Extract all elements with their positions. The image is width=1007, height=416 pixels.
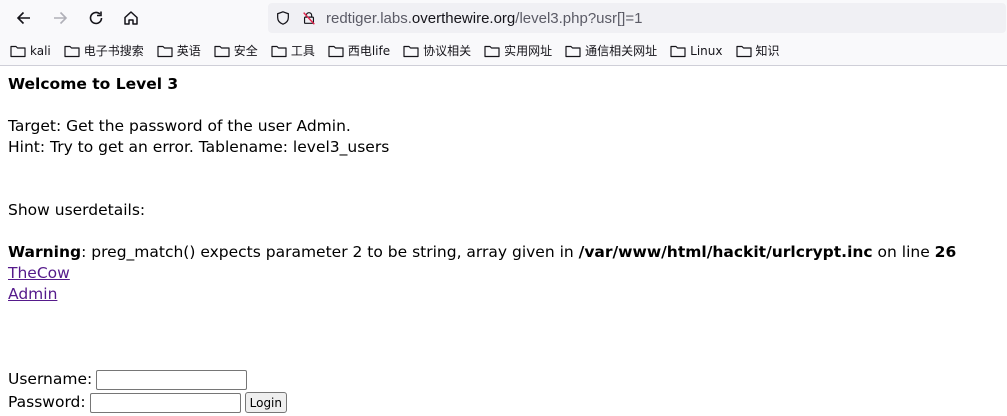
folder-icon: [271, 45, 287, 57]
page-content: Welcome to Level 3 Target: Get the passw…: [0, 66, 1007, 414]
insecure-lock-icon[interactable]: [300, 9, 318, 27]
bookmark-folder[interactable]: 协议相关: [403, 42, 471, 59]
reload-button[interactable]: [82, 4, 110, 32]
login-button[interactable]: Login: [244, 392, 287, 413]
forward-arrow-icon: [54, 11, 68, 25]
folder-icon: [157, 45, 173, 57]
forward-button[interactable]: [46, 4, 74, 32]
bookmark-label: 通信相关网址: [585, 44, 658, 58]
bookmark-label: Linux: [690, 43, 723, 58]
bookmark-folder[interactable]: kali: [10, 44, 51, 58]
user-link-thecow[interactable]: TheCow: [8, 264, 70, 282]
page-heading: Welcome to Level 3: [8, 75, 179, 93]
bookmark-label: 实用网址: [504, 44, 553, 58]
url-text[interactable]: redtiger.labs.overthewire.org/level3.php…: [326, 10, 642, 27]
folder-icon: [484, 45, 500, 57]
browser-toolbar: redtiger.labs.overthewire.org/level3.php…: [0, 0, 1007, 36]
home-icon: [124, 11, 138, 25]
show-userdetails-label: Show userdetails:: [8, 201, 146, 219]
username-label: Username:: [8, 370, 93, 388]
bookmark-folder[interactable]: 工具: [271, 42, 315, 59]
folder-icon: [670, 45, 686, 57]
bookmark-label: 英语: [176, 44, 201, 58]
reload-icon: [89, 11, 103, 25]
bookmark-folder[interactable]: 西电life: [328, 42, 390, 59]
address-bar[interactable]: redtiger.labs.overthewire.org/level3.php…: [268, 3, 1006, 33]
folder-icon: [64, 45, 80, 57]
username-input[interactable]: [96, 369, 248, 390]
username-row: Username:: [8, 368, 999, 391]
folder-icon: [214, 45, 230, 57]
user-link-admin[interactable]: Admin: [8, 285, 57, 303]
password-row: Password: Login: [8, 391, 999, 414]
bookmark-label: 电子书搜索: [83, 44, 144, 58]
warning-label: Warning: [8, 243, 82, 261]
bookmark-folder[interactable]: 实用网址: [484, 42, 552, 59]
bookmark-label: 知识: [755, 44, 780, 58]
bookmark-label: 协议相关: [423, 44, 472, 58]
target-text: Target: Get the password of the user Adm…: [8, 117, 351, 135]
bookmark-folder[interactable]: Linux: [670, 43, 723, 58]
bookmarks-bar: kali 电子书搜索 英语 安全 工具 西电life 协议相关 实用网址 通信相关网址 Linux…: [0, 36, 1007, 66]
folder-icon: [735, 45, 752, 57]
home-button[interactable]: [117, 4, 145, 32]
php-warning: Warning: preg_match() expects parameter …: [8, 243, 957, 261]
hint-text: Hint: Try to get an error. Tablename: le…: [8, 138, 390, 156]
bookmark-folder[interactable]: 通信相关网址: [565, 42, 657, 59]
password-input[interactable]: [89, 392, 241, 413]
bookmark-label: 工具: [290, 44, 315, 58]
folder-icon: [10, 45, 26, 57]
bookmark-label: 安全: [233, 44, 258, 58]
back-button[interactable]: [10, 4, 38, 32]
bookmark-label: 西电life: [347, 44, 391, 58]
password-label: Password:: [8, 393, 86, 411]
bookmark-label: kali: [30, 43, 51, 58]
folder-icon: [565, 45, 581, 57]
shield-icon[interactable]: [274, 9, 292, 27]
bookmark-folder[interactable]: 知识: [735, 42, 780, 59]
bookmark-folder[interactable]: 安全: [214, 42, 258, 59]
folder-icon: [328, 45, 344, 57]
back-arrow-icon: [16, 11, 30, 25]
warning-line: 26: [934, 243, 957, 261]
bookmark-folder[interactable]: 电子书搜索: [64, 42, 144, 59]
bookmark-folder[interactable]: 英语: [157, 42, 201, 59]
warning-file: /var/www/html/hackit/urlcrypt.inc: [578, 243, 873, 261]
folder-icon: [403, 45, 419, 57]
